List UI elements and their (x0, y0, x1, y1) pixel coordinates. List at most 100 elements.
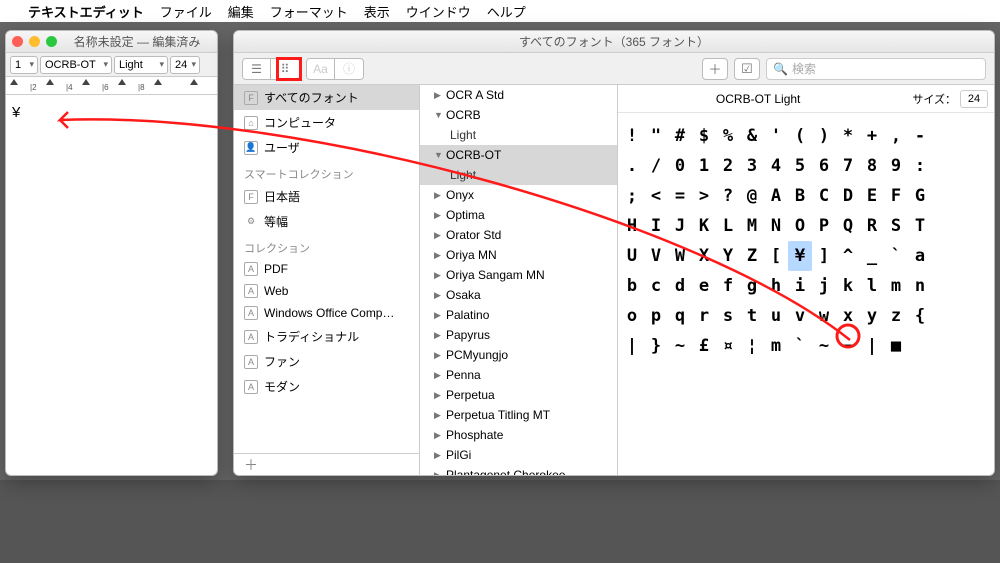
glyph-cell[interactable]: m (884, 271, 908, 301)
sidebar-item-fun[interactable]: Aファン (234, 349, 419, 374)
textedit-body[interactable]: ¥ (6, 95, 217, 129)
sidebar-item-web[interactable]: AWeb (234, 280, 419, 302)
ruler[interactable]: |2 |4 |6 |8 (6, 77, 217, 95)
glyph-cell[interactable]: s (716, 301, 740, 331)
glyph-cell[interactable]: 4 (764, 151, 788, 181)
glyph-cell[interactable]: X (692, 241, 716, 271)
glyph-cell[interactable]: v (788, 301, 812, 331)
glyph-cell[interactable]: a (908, 241, 932, 271)
preview-size-input[interactable] (960, 90, 988, 108)
textedit-titlebar[interactable]: 名称未設定 — 編集済み (6, 31, 217, 53)
family-item[interactable]: ▶Orator Std (420, 225, 617, 245)
font-weight-select[interactable]: Light (114, 56, 168, 74)
family-item[interactable]: ▶OCR A Std (420, 85, 617, 105)
sidebar-item-computer[interactable]: ⌂コンピュータ (234, 110, 419, 135)
glyph-cell[interactable]: = (668, 181, 692, 211)
info-button[interactable]: ⓘ (335, 59, 363, 79)
zoom-icon[interactable] (46, 36, 57, 47)
font-family-list[interactable]: ▶OCR A Std▼OCRBLight▼OCRB-OTLight▶Onyx▶O… (420, 85, 618, 475)
glyph-cell[interactable]: % (716, 121, 740, 151)
glyph-cell[interactable]: F (884, 181, 908, 211)
glyph-cell[interactable]: ' (764, 121, 788, 151)
font-panel-titlebar[interactable]: すべてのフォント（365 フォント） (234, 31, 994, 53)
family-item[interactable]: ▶Papyrus (420, 325, 617, 345)
sidebar-item-all-fonts[interactable]: Fすべてのフォント (234, 85, 419, 110)
glyph-cell[interactable]: J (668, 211, 692, 241)
glyph-cell[interactable]: Y (716, 241, 740, 271)
glyph-cell[interactable]: q (668, 301, 692, 331)
glyph-cell[interactable]: ; (620, 181, 644, 211)
glyph-cell[interactable]: } (644, 331, 668, 361)
glyph-cell[interactable]: I (644, 211, 668, 241)
glyph-cell[interactable]: c (644, 271, 668, 301)
glyph-cell[interactable]: 2 (716, 151, 740, 181)
glyph-cell[interactable]: ¦ (740, 331, 764, 361)
font-size-select[interactable]: 24 (170, 56, 200, 74)
menu-window[interactable]: ウインドウ (406, 2, 471, 21)
glyph-cell[interactable]: 1 (692, 151, 716, 181)
family-style-item[interactable]: Light (420, 165, 617, 185)
glyph-cell[interactable]: / (644, 151, 668, 181)
glyph-cell[interactable]: ~ (668, 331, 692, 361)
glyph-cell[interactable]: m (764, 331, 788, 361)
glyph-cell[interactable]: Q (836, 211, 860, 241)
glyph-cell[interactable]: : (908, 151, 932, 181)
sidebar-item-user[interactable]: 👤ユーザ (234, 135, 419, 160)
glyph-grid[interactable]: !"#$%&'()*+,-./0123456789:;<=>?@ABCDEFGH… (618, 113, 994, 475)
family-item[interactable]: ▼OCRB-OT (420, 145, 617, 165)
sidebar-item-windows[interactable]: AWindows Office Comp… (234, 302, 419, 324)
glyph-cell[interactable]: ^ (836, 241, 860, 271)
family-item[interactable]: ▶Oriya MN (420, 245, 617, 265)
glyph-cell[interactable]: H (620, 211, 644, 241)
minimize-icon[interactable] (29, 36, 40, 47)
glyph-cell[interactable]: ) (812, 121, 836, 151)
family-style-item[interactable]: Light (420, 125, 617, 145)
glyph-cell[interactable]: ] (812, 241, 836, 271)
glyph-cell[interactable]: ■ (884, 331, 908, 361)
glyph-cell[interactable]: 0 (668, 151, 692, 181)
glyph-cell[interactable]: l (860, 271, 884, 301)
glyph-cell[interactable]: < (644, 181, 668, 211)
list-view-button[interactable]: ☰ (243, 59, 271, 79)
sidebar-item-monospace[interactable]: ⚙等幅 (234, 209, 419, 234)
glyph-cell[interactable]: ¤ (716, 331, 740, 361)
family-item[interactable]: ▶Penna (420, 365, 617, 385)
glyph-cell[interactable]: ` (884, 241, 908, 271)
add-collection-button[interactable]: ＋ (234, 453, 420, 475)
glyph-cell[interactable] (908, 331, 932, 361)
glyph-cell[interactable]: 7 (836, 151, 860, 181)
glyph-cell[interactable]: C (812, 181, 836, 211)
glyph-cell[interactable]: i (788, 271, 812, 301)
family-item[interactable]: ▶PCMyungjo (420, 345, 617, 365)
glyph-cell[interactable]: , (884, 121, 908, 151)
glyph-cell[interactable]: > (692, 181, 716, 211)
glyph-cell[interactable]: r (692, 301, 716, 331)
glyph-cell[interactable]: T (908, 211, 932, 241)
glyph-cell[interactable]: t (740, 301, 764, 331)
glyph-cell[interactable]: o (620, 301, 644, 331)
family-item[interactable]: ▶Perpetua (420, 385, 617, 405)
glyph-cell[interactable]: D (836, 181, 860, 211)
sidebar-item-traditional[interactable]: Aトラディショナル (234, 324, 419, 349)
glyph-cell[interactable]: £ (692, 331, 716, 361)
menu-view[interactable]: 表示 (364, 2, 390, 21)
glyph-cell[interactable]: * (836, 121, 860, 151)
family-item[interactable]: ▶PilGi (420, 445, 617, 465)
sidebar-item-modern[interactable]: Aモダン (234, 374, 419, 399)
app-menu[interactable]: テキストエディット (28, 2, 144, 21)
glyph-cell[interactable]: N (764, 211, 788, 241)
glyph-cell[interactable]: ( (788, 121, 812, 151)
family-item[interactable]: ▼OCRB (420, 105, 617, 125)
glyph-cell[interactable]: x (836, 301, 860, 331)
glyph-cell[interactable]: w (812, 301, 836, 331)
glyph-cell[interactable]: E (860, 181, 884, 211)
family-item[interactable]: ▶Osaka (420, 285, 617, 305)
glyph-cell[interactable]: h (764, 271, 788, 301)
glyph-cell[interactable]: G (908, 181, 932, 211)
glyph-cell[interactable]: 9 (884, 151, 908, 181)
glyph-cell[interactable]: " (644, 121, 668, 151)
menu-help[interactable]: ヘルプ (487, 2, 526, 21)
glyph-cell[interactable]: A (764, 181, 788, 211)
glyph-cell[interactable]: 8 (860, 151, 884, 181)
glyph-cell[interactable]: ~ (812, 331, 836, 361)
